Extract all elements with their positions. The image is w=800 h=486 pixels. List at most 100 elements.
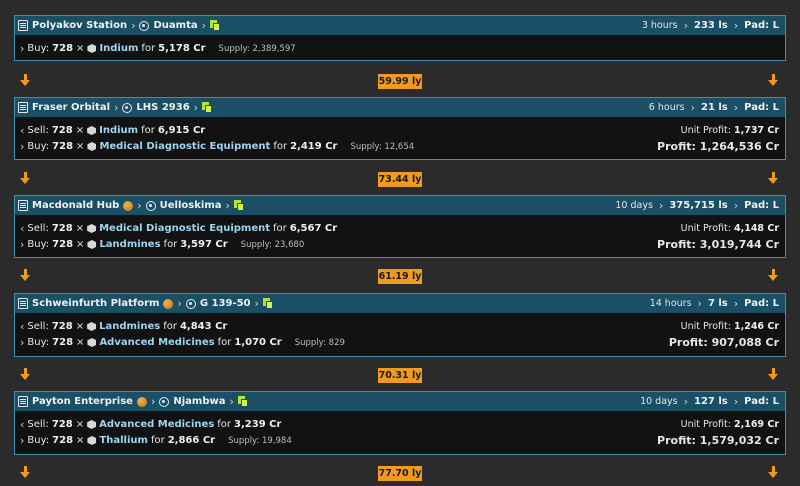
buy-commodity[interactable]: Medical Diagnostic Equipment (99, 141, 270, 152)
cargo-box-icon (87, 338, 97, 347)
buy-commodity[interactable]: Thallium (99, 435, 148, 446)
arrow-down-icon (767, 269, 780, 282)
station-icon (18, 396, 28, 407)
station-name[interactable]: Macdonald Hub (32, 200, 119, 211)
copy-icon[interactable] (262, 298, 273, 309)
chevron-right-icon: › (683, 18, 689, 32)
distance-to-arrival: 375,715 ls (669, 200, 728, 211)
sell-prefix: Sell: (27, 419, 49, 430)
times-sign: × (75, 125, 85, 136)
station-name[interactable]: Polyakov Station (32, 20, 127, 31)
buy-prefix: Buy: (27, 141, 50, 152)
for-word: for (273, 141, 288, 152)
distance-to-arrival: 127 ls (694, 396, 728, 407)
sell-line: ‹ Sell: 728 × Medical Diagnostic Equipme… (20, 222, 337, 235)
times-sign: × (75, 419, 85, 430)
chevron-right-icon: › (733, 198, 739, 212)
profit-label: Profit: (657, 238, 696, 251)
system-name[interactable]: G 139-50 (200, 298, 251, 309)
station-icon (18, 20, 28, 31)
total-profit: Profit: 907,088 Cr (669, 336, 779, 349)
copy-icon[interactable] (237, 396, 248, 407)
chevron-right-icon: › (20, 238, 25, 251)
landing-pad: Pad: L (744, 200, 779, 211)
system-name[interactable]: Duamta (153, 20, 197, 31)
cargo-box-icon (87, 224, 97, 233)
landing-pad: Pad: L (744, 298, 779, 309)
cargo-box-icon (87, 420, 97, 429)
landing-pad: Pad: L (744, 20, 779, 31)
station-name[interactable]: Fraser Orbital (32, 102, 110, 113)
distance-to-arrival: 7 ls (707, 298, 728, 309)
arrow-down-icon (19, 269, 32, 282)
buy-prefix: Buy: (27, 43, 50, 54)
chevron-right-icon: › (20, 42, 25, 55)
unit-profit-label: Unit Profit: (680, 223, 731, 234)
sell-commodity[interactable]: Advanced Medicines (99, 419, 214, 430)
times-sign: × (76, 43, 85, 54)
sell-prefix: Sell: (27, 321, 49, 332)
buy-quantity: 728 (52, 337, 74, 348)
system-name[interactable]: Uelloskima (160, 200, 222, 211)
system-name[interactable]: LHS 2936 (136, 102, 189, 113)
profit-value: 1,579,032 Cr (699, 434, 779, 447)
unit-profit-value: 1,737 Cr (733, 125, 779, 136)
sell-line: ‹ Sell: 728 × Indium for 6,915 Cr (20, 124, 205, 137)
chevron-right-icon: › (733, 394, 739, 408)
chevron-right-icon: › (193, 100, 199, 114)
chevron-right-icon: › (20, 434, 25, 447)
buy-line: › Buy: 728 × Indium for 5,178 Cr Supply:… (20, 42, 296, 55)
copy-icon[interactable] (202, 102, 213, 113)
buy-commodity[interactable]: Landmines (99, 239, 160, 250)
sell-commodity[interactable]: Medical Diagnostic Equipment (99, 223, 270, 234)
chevron-right-icon: › (20, 336, 25, 349)
buy-quantity: 728 (52, 239, 74, 250)
chevron-right-icon: › (114, 100, 119, 114)
for-word: for (150, 435, 165, 446)
system-name[interactable]: Njambwa (173, 396, 225, 407)
chevron-left-icon: ‹ (20, 418, 25, 431)
buy-price: 3,597 Cr (180, 239, 228, 250)
sell-commodity[interactable]: Indium (99, 125, 138, 136)
profit-label: Profit: (657, 434, 696, 447)
unit-profit-label: Unit Profit: (680, 321, 731, 332)
for-word: for (217, 337, 232, 348)
chevron-right-icon: › (201, 18, 207, 32)
station-name[interactable]: Schweinfurth Platform (32, 298, 159, 309)
sell-quantity: 728 (51, 125, 73, 136)
buy-price: 2,866 Cr (167, 435, 216, 446)
data-age: 10 days (615, 200, 653, 211)
times-sign: × (76, 239, 85, 250)
supply-count: Supply: 12,654 (350, 141, 415, 152)
buy-quantity: 728 (52, 435, 74, 446)
total-profit: Profit: 1,579,032 Cr (657, 434, 779, 447)
planet-icon (123, 200, 134, 211)
chevron-right-icon: › (254, 296, 259, 310)
leg-header: Fraser Orbital › LHS 2936 › 6 hours › 21… (14, 97, 786, 117)
system-target-icon (139, 20, 150, 31)
total-profit: Profit: 3,019,744 Cr (657, 238, 779, 251)
buy-commodity[interactable]: Advanced Medicines (99, 337, 214, 348)
total-profit: Profit: 1,264,536 Cr (657, 140, 779, 153)
for-word: for (163, 239, 178, 250)
jump-distance: 73.44 ly (378, 172, 422, 187)
buy-quantity: 728 (52, 141, 74, 152)
station-name[interactable]: Payton Enterprise (32, 396, 133, 407)
chevron-right-icon: › (733, 18, 739, 32)
copy-icon[interactable] (210, 20, 221, 31)
sell-line: ‹ Sell: 728 × Advanced Medicines for 3,2… (20, 418, 281, 431)
times-sign: × (75, 223, 85, 234)
unit-profit: Unit Profit: 1,246 Cr (681, 321, 779, 332)
chevron-left-icon: ‹ (20, 320, 25, 333)
station-icon (18, 298, 28, 309)
buy-price: 2,419 Cr (290, 141, 338, 152)
sell-commodity[interactable]: Landmines (99, 321, 160, 332)
system-target-icon (145, 200, 156, 211)
profit-value: 3,019,744 Cr (699, 238, 779, 251)
unit-profit: Unit Profit: 2,169 Cr (681, 419, 779, 430)
copy-icon[interactable] (233, 200, 244, 211)
leg-header: Macdonald Hub › Uelloskima › 10 days › 3… (14, 195, 786, 215)
buy-commodity[interactable]: Indium (99, 43, 138, 54)
cargo-box-icon (87, 44, 97, 53)
sell-price: 3,239 Cr (234, 419, 282, 430)
